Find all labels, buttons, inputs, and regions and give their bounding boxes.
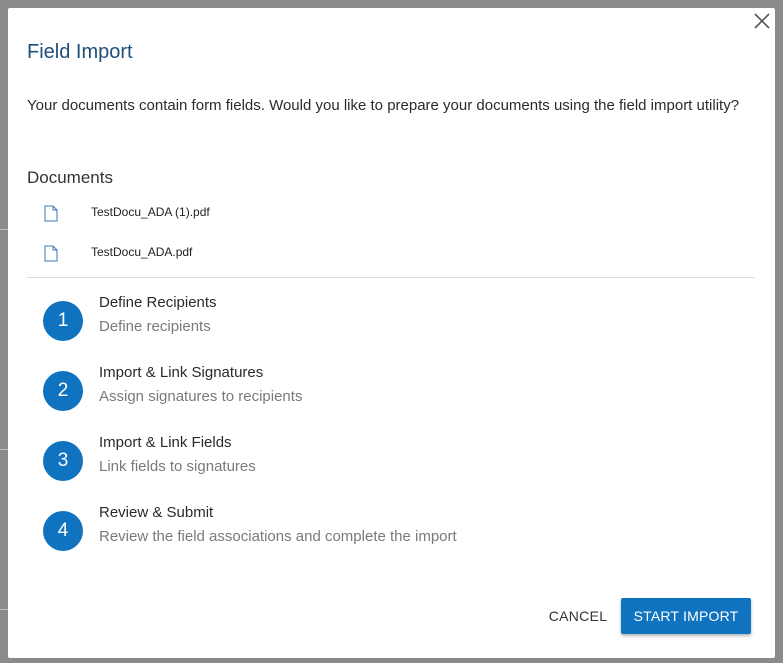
step-number-badge: 4 (43, 511, 83, 551)
step-description: Define recipients (99, 318, 211, 335)
document-item: TestDocu_ADA (1).pdf (44, 202, 210, 224)
intro-text: Your documents contain form fields. Woul… (27, 97, 740, 114)
background-divider (0, 449, 8, 450)
step-review-submit: 4 Review & Submit Review the field assoc… (43, 504, 723, 555)
close-button[interactable] (751, 10, 773, 32)
document-name: TestDocu_ADA.pdf (91, 245, 193, 259)
step-description: Assign signatures to recipients (99, 388, 303, 405)
start-import-button[interactable]: START IMPORT (621, 598, 751, 634)
step-number-badge: 2 (43, 371, 83, 411)
cancel-button[interactable]: CANCEL (541, 599, 615, 633)
file-icon (44, 245, 58, 261)
step-title: Define Recipients (99, 294, 217, 311)
document-name: TestDocu_ADA (1).pdf (91, 205, 210, 219)
step-define-recipients: 1 Define Recipients Define recipients (43, 294, 723, 345)
step-title: Review & Submit (99, 504, 214, 521)
step-import-link-signatures: 2 Import & Link Signatures Assign signat… (43, 364, 723, 415)
section-divider (27, 277, 755, 278)
step-description: Review the field associations and comple… (99, 528, 457, 545)
file-icon (44, 205, 58, 221)
background-divider (0, 229, 8, 230)
step-number-badge: 3 (43, 441, 83, 481)
step-import-link-fields: 3 Import & Link Fields Link fields to si… (43, 434, 723, 485)
step-number-badge: 1 (43, 301, 83, 341)
step-description: Link fields to signatures (99, 458, 256, 475)
documents-heading: Documents (27, 168, 113, 187)
step-title: Import & Link Fields (99, 434, 232, 451)
step-title: Import & Link Signatures (99, 364, 264, 381)
background-divider (0, 609, 8, 610)
document-item: TestDocu_ADA.pdf (44, 242, 192, 264)
close-icon (754, 13, 770, 29)
dialog-title: Field Import (27, 41, 133, 63)
field-import-dialog: Field Import Your documents contain form… (8, 8, 775, 658)
